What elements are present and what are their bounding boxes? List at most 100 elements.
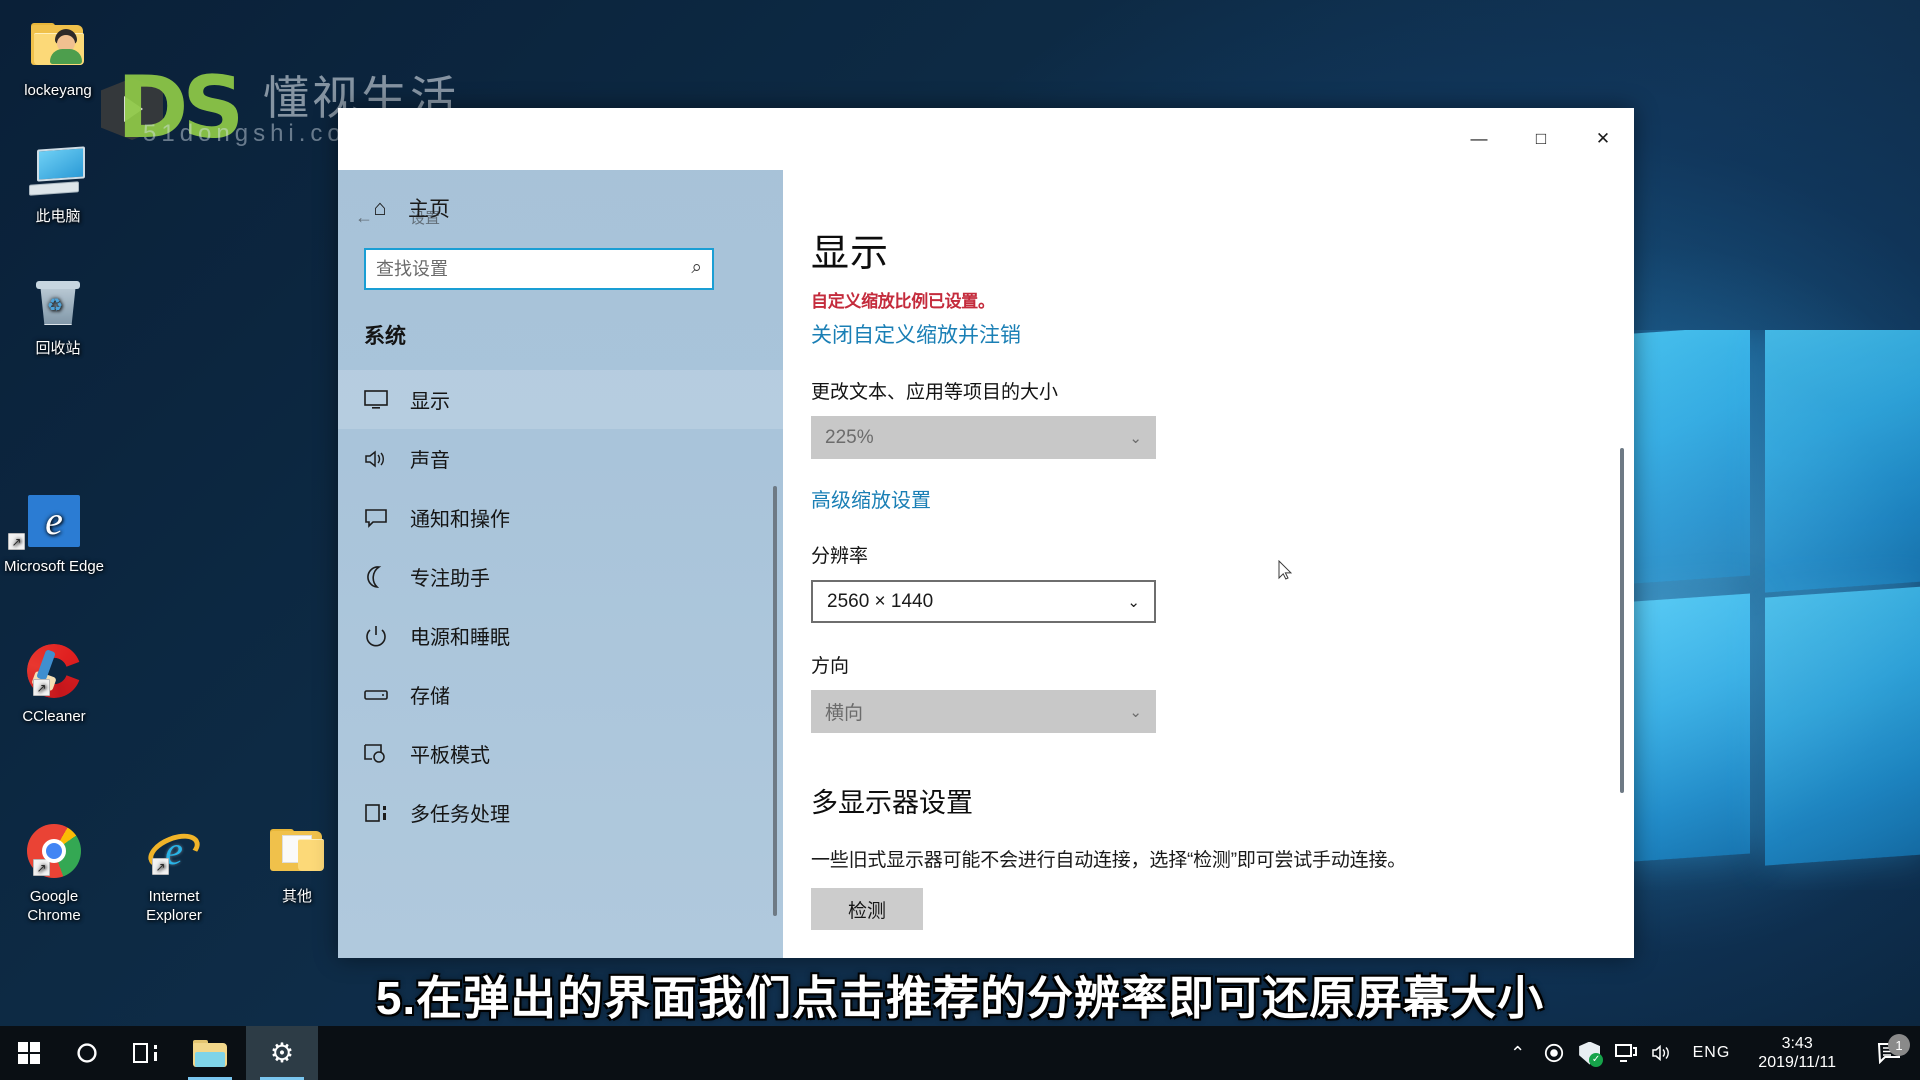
desktop-icon-label: 其他 xyxy=(281,888,312,905)
taskbar-app-file-explorer[interactable] xyxy=(174,1026,246,1080)
notification-icon xyxy=(364,508,406,528)
resolution-label: 分辨率 xyxy=(811,546,869,567)
advanced-scaling-link[interactable]: 高级缩放设置 xyxy=(811,484,1634,513)
orientation-label: 方向 xyxy=(811,656,850,677)
desktop-icon-label: 回收站 xyxy=(35,340,81,357)
desktop-icon-microsoft-edge[interactable]: e ↗ Microsoft Edge xyxy=(2,490,106,576)
desktop-icon-label: Microsoft Edge xyxy=(3,558,105,575)
wallpaper-windows-logo xyxy=(1620,330,1920,890)
search-box[interactable]: ⌕ xyxy=(364,248,714,290)
desktop-icon-ccleaner[interactable]: ↗ CCleaner xyxy=(2,640,106,726)
this-pc-icon xyxy=(6,140,110,202)
window-title: 设置 xyxy=(410,209,441,227)
sidebar-topbar: ← 设置 xyxy=(338,186,783,248)
action-center-button[interactable]: 1 xyxy=(1864,1034,1916,1064)
sidebar-item-notifications[interactable]: 通知和操作 xyxy=(338,488,783,547)
sidebar-item-multitasking[interactable]: 多任务处理 xyxy=(338,783,783,842)
multitask-icon xyxy=(364,803,406,823)
resolution-dropdown[interactable]: 2560 × 1440 ⌄ xyxy=(811,580,1156,623)
scale-dropdown[interactable]: 225% ⌄ xyxy=(811,416,1156,459)
desktop-icon-this-pc[interactable]: 此电脑 xyxy=(6,140,110,226)
sidebar-item-tablet-mode[interactable]: 平板模式 xyxy=(338,724,783,783)
resolution-value: 2560 × 1440 xyxy=(827,590,934,612)
desktop-icon-label: lockeyang xyxy=(24,82,92,99)
search-input[interactable] xyxy=(364,248,714,290)
video-subtitle: 5.在弹出的界面我们点击推荐的分辨率即可还原屏幕大小 xyxy=(375,972,1545,1024)
play-icon xyxy=(101,78,163,140)
desktop-icon-other-folder[interactable]: 其他 xyxy=(245,820,349,906)
sidebar-item-display[interactable]: 显示 xyxy=(338,370,783,429)
desktop-icon-label: 此电脑 xyxy=(35,208,81,225)
power-icon xyxy=(364,625,406,647)
sidebar-nav[interactable]: 显示 声音 通知和操作 专注助手 电源和睡眠 存储 平板模式 多任务处理 xyxy=(338,370,783,842)
scale-value: 225% xyxy=(825,426,874,448)
sidebar-item-power-sleep[interactable]: 电源和睡眠 xyxy=(338,606,783,665)
sidebar-item-label: 专注助手 xyxy=(410,568,490,590)
minimize-button[interactable]: — xyxy=(1448,108,1510,170)
sidebar-item-sound[interactable]: 声音 xyxy=(338,429,783,488)
detect-button[interactable]: 检测 xyxy=(811,888,923,930)
desktop[interactable]: lockeyang 此电脑 ♻ 回收站 e ↗ Microsoft Edge ↗ … xyxy=(0,0,1920,1080)
settings-window[interactable]: — □ ✕ ← 设置 ⌂ 主页 ⌕ xyxy=(338,108,1634,958)
cortana-search-button[interactable] xyxy=(58,1026,116,1080)
sidebar-item-label: 显示 xyxy=(410,391,450,413)
chevron-up-icon[interactable]: ⌃ xyxy=(1507,1043,1529,1064)
windows-start-icon xyxy=(18,1042,40,1064)
maximize-button[interactable]: □ xyxy=(1510,108,1572,170)
sidebar-item-label: 声音 xyxy=(410,450,450,472)
task-view-button[interactable] xyxy=(116,1026,174,1080)
sidebar-scrollbar[interactable] xyxy=(773,486,777,916)
recycle-bin-icon: ♻ xyxy=(6,272,110,334)
network-icon[interactable] xyxy=(1614,1044,1637,1062)
multi-display-description: 一些旧式显示器可能不会进行自动连接，选择“检测”即可尝试手动连接。 xyxy=(811,850,1407,871)
disable-custom-scaling-link[interactable]: 关闭自定义缩放并注销 xyxy=(811,319,1634,349)
orientation-value: 横向 xyxy=(825,703,864,724)
cortana-circle-icon xyxy=(77,1043,97,1063)
settings-main-panel[interactable]: 显示 自定义缩放比例已设置。 关闭自定义缩放并注销 更改文本、应用等项目的大小 … xyxy=(783,170,1634,958)
watermark-ds-text: DS xyxy=(117,58,244,158)
storage-icon xyxy=(364,687,406,703)
taskbar-app-settings[interactable]: ⚙ xyxy=(246,1026,318,1080)
sidebar-item-focus-assist[interactable]: 专注助手 xyxy=(338,547,783,606)
chrome-icon: ↗ xyxy=(2,820,106,882)
desktop-icon-recycle-bin[interactable]: ♻ 回收站 xyxy=(6,272,110,358)
clock-date: 2019/11/11 xyxy=(1758,1054,1836,1071)
search-icon[interactable]: ⌕ xyxy=(691,257,702,279)
window-titlebar[interactable]: — □ ✕ xyxy=(338,108,1634,170)
shortcut-arrow-icon: ↗ xyxy=(8,533,25,550)
system-tray[interactable]: ⌃ ✓ ENG 3:43 2019/11/11 1 xyxy=(1507,1026,1920,1080)
moon-icon xyxy=(364,565,406,588)
settings-sidebar[interactable]: ← 设置 ⌂ 主页 ⌕ 系统 xyxy=(338,108,783,958)
clock-time: 3:43 xyxy=(1781,1035,1813,1052)
start-button[interactable] xyxy=(0,1026,58,1080)
language-indicator[interactable]: ENG xyxy=(1693,1044,1731,1062)
close-button[interactable]: ✕ xyxy=(1572,108,1634,170)
shortcut-arrow-icon: ↗ xyxy=(33,859,50,876)
sidebar-item-label: 平板模式 xyxy=(410,745,490,767)
sidebar-item-storage[interactable]: 存储 xyxy=(338,665,783,724)
orientation-dropdown[interactable]: 横向 ⌄ xyxy=(811,690,1156,733)
folder-icon xyxy=(245,820,349,882)
tablet-icon xyxy=(364,743,406,764)
notification-badge: 1 xyxy=(1888,1034,1910,1056)
shield-icon[interactable]: ✓ xyxy=(1579,1041,1604,1067)
shortcut-arrow-icon: ↗ xyxy=(33,679,50,696)
desktop-icon-internet-explorer[interactable]: e ↗ Internet Explorer xyxy=(122,820,226,925)
folder-icon xyxy=(193,1039,227,1067)
volume-icon[interactable] xyxy=(1651,1043,1673,1063)
desktop-icon-label: Google Chrome xyxy=(27,888,81,924)
ccleaner-icon: ↗ xyxy=(2,640,106,702)
record-circle-icon[interactable] xyxy=(1543,1043,1565,1063)
sidebar-item-label: 通知和操作 xyxy=(410,509,510,531)
back-arrow-icon[interactable]: ← xyxy=(338,207,390,228)
monitor-icon xyxy=(364,389,406,410)
desktop-icon-lockeyang[interactable]: lockeyang xyxy=(6,14,110,100)
sidebar-group-heading: 系统 xyxy=(364,325,406,348)
sidebar-item-label: 电源和睡眠 xyxy=(410,627,510,649)
desktop-icon-google-chrome[interactable]: ↗ Google Chrome xyxy=(2,820,106,925)
main-scrollbar[interactable] xyxy=(1620,448,1624,793)
chevron-down-icon: ⌄ xyxy=(1129,429,1142,447)
taskbar[interactable]: ⚙ ⌃ ✓ ENG 3:43 2019/11/11 1 xyxy=(0,1026,1920,1080)
shortcut-arrow-icon: ↗ xyxy=(152,858,169,875)
taskbar-clock[interactable]: 3:43 2019/11/11 xyxy=(1750,1034,1850,1072)
